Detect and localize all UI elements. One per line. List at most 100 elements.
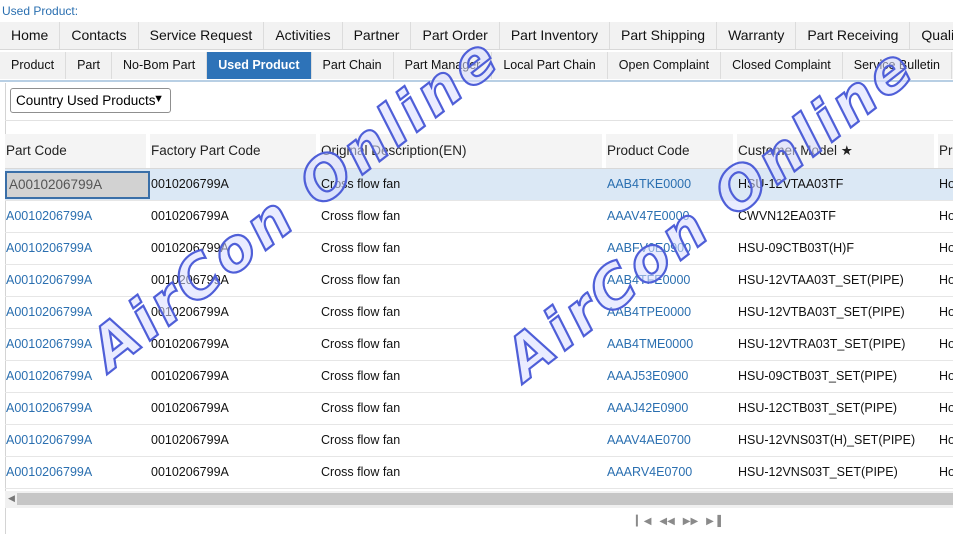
nav-primary-item[interactable]: Part Receiving: [796, 22, 911, 49]
table-body: A0010206799A 0010206799A Cross flow fan AAB…: [5, 169, 953, 489]
table-cell: HSU-12VTAA03TF: [738, 177, 844, 191]
part-code-link[interactable]: A0010206799A: [5, 393, 150, 424]
column-header[interactable]: Factory Part Code: [150, 134, 320, 168]
table-cell: 0010206799A: [151, 433, 229, 447]
part-code-link[interactable]: A0010206799A: [5, 457, 150, 488]
nav-primary-item[interactable]: Warranty: [717, 22, 797, 49]
horizontal-scrollbar[interactable]: ◀: [5, 491, 953, 508]
nav-secondary-item[interactable]: No-Bom Part: [112, 52, 208, 79]
nav-secondary-item[interactable]: Part: [66, 52, 113, 79]
product-code-link[interactable]: AABFV0E0900: [606, 233, 737, 264]
table-cell: HSU-09CTB03T_SET(PIPE): [738, 369, 898, 383]
table-cell: Ho: [939, 433, 953, 447]
column-header[interactable]: Part Code: [5, 134, 150, 168]
product-code-link[interactable]: AAB4TFE0000: [606, 265, 737, 296]
chevron-down-icon: ▼: [153, 93, 164, 105]
part-code-link[interactable]: A0010206799A: [5, 297, 150, 328]
table-cell: HSU-12VNS03T_SET(PIPE): [738, 465, 898, 479]
part-code-link[interactable]: A0010206799A: [5, 361, 150, 392]
country-filter-select[interactable]: Country Used Products ▼: [10, 88, 171, 113]
table-cell: Cross flow fan: [321, 305, 401, 319]
table-cell: Ho: [939, 337, 953, 351]
table-cell: HSU-12VTRA03T_SET(PIPE): [738, 337, 906, 351]
product-code-link[interactable]: AAAV4AE0700: [606, 425, 737, 456]
table-cell: Ho: [939, 465, 953, 479]
nav-secondary-item[interactable]: Closed Complaint: [721, 52, 843, 79]
product-code-link[interactable]: AAAJ53E0900: [606, 361, 737, 392]
table-row[interactable]: A0010206799A 0010206799A Cross flow fan AAB…: [5, 297, 953, 329]
table-row[interactable]: A0010206799A 0010206799A Cross flow fan AAB…: [5, 329, 953, 361]
nav-primary-item[interactable]: Part Order: [411, 22, 500, 49]
part-code-link[interactable]: A0010206799A: [5, 169, 150, 200]
nav-primary-item[interactable]: Quality: [910, 22, 953, 49]
nav-primary-item[interactable]: Partner: [343, 22, 412, 49]
divider: [5, 120, 953, 121]
table-cell: Cross flow fan: [321, 369, 401, 383]
column-header[interactable]: Pr: [938, 134, 953, 168]
table-cell: Ho: [939, 177, 953, 191]
table-cell: Cross flow fan: [321, 433, 401, 447]
primary-nav: Home Contacts Service Request Activities Par…: [0, 22, 953, 50]
nav-primary-item[interactable]: Service Request: [139, 22, 265, 49]
table-row[interactable]: A0010206799A 0010206799A Cross flow fan AAA…: [5, 393, 953, 425]
nav-secondary-item[interactable]: Used Product: [207, 52, 312, 79]
last-page-icon[interactable]: ▶▐: [706, 516, 721, 527]
table-cell: 0010206799A: [151, 369, 229, 383]
nav-secondary-item[interactable]: Part Chain: [312, 52, 394, 79]
product-code-link[interactable]: AAAV47E0000: [606, 201, 737, 232]
column-header[interactable]: Original Description(EN): [320, 134, 606, 168]
table-row[interactable]: A0010206799A 0010206799A Cross flow fan AAA…: [5, 425, 953, 457]
table-cell: 0010206799A: [151, 337, 229, 351]
prev-page-icon[interactable]: ◀◀: [659, 516, 674, 527]
table-cell: HSU-12CTB03T_SET(PIPE): [738, 401, 898, 415]
table-cell: Cross flow fan: [321, 177, 401, 191]
nav-primary-item[interactable]: Part Inventory: [500, 22, 610, 49]
table-cell: Ho: [939, 209, 953, 223]
part-code-link[interactable]: A0010206799A: [5, 201, 150, 232]
selected-cell-editor[interactable]: A0010206799A: [5, 171, 150, 199]
table-row[interactable]: A0010206799A 0010206799A Cross flow fan AAB…: [5, 265, 953, 297]
part-code-link[interactable]: A0010206799A: [5, 329, 150, 360]
product-code-link[interactable]: AAAJ42E0900: [606, 393, 737, 424]
table-cell: Cross flow fan: [321, 337, 401, 351]
table-cell: HSU-12VTBA03T_SET(PIPE): [738, 305, 905, 319]
table-cell: CWVN12EA03TF: [738, 209, 836, 223]
column-header[interactable]: Product Code: [606, 134, 737, 168]
table-cell: Cross flow fan: [321, 209, 401, 223]
product-code-link[interactable]: AAB4TPE0000: [606, 297, 737, 328]
filter-selected-value: Country Used Products: [16, 93, 156, 108]
nav-primary-item[interactable]: Home: [0, 22, 61, 49]
table-row[interactable]: A0010206799A 0010206799A Cross flow fan AAA…: [5, 361, 953, 393]
nav-secondary-item[interactable]: Part Manager: [394, 52, 493, 79]
product-code-link[interactable]: AAARV4E0700: [606, 457, 737, 488]
first-page-icon[interactable]: ▎◀: [636, 516, 651, 527]
table-cell: 0010206799A: [151, 177, 229, 191]
nav-primary-item[interactable]: Contacts: [60, 22, 139, 49]
table-row[interactable]: A0010206799A 0010206799A Cross flow fan AAB…: [5, 169, 953, 201]
column-header[interactable]: Customer Model ★: [737, 134, 938, 168]
scroll-left-icon[interactable]: ◀: [8, 493, 15, 504]
table-row[interactable]: A0010206799A 0010206799A Cross flow fan AAA…: [5, 457, 953, 489]
nav-primary-item[interactable]: Part Shipping: [610, 22, 718, 49]
part-code-link[interactable]: A0010206799A: [5, 265, 150, 296]
nav-secondary-item[interactable]: Local Part Chain: [492, 52, 608, 79]
table-cell: Ho: [939, 401, 953, 415]
nav-secondary-item[interactable]: Product: [0, 52, 67, 79]
product-code-link[interactable]: AAB4TKE0000: [606, 169, 737, 200]
table-row[interactable]: A0010206799A 0010206799A Cross flow fan AAA…: [5, 201, 953, 233]
scrollbar-thumb[interactable]: [17, 493, 953, 505]
nav-secondary-item[interactable]: Open Complaint: [608, 52, 722, 79]
table-cell: Ho: [939, 241, 953, 255]
nav-secondary-item[interactable]: Service Bulletin: [843, 52, 952, 79]
breadcrumb: Used Product:: [2, 4, 79, 18]
table-cell: Cross flow fan: [321, 273, 401, 287]
table-cell: 0010206799A: [151, 401, 229, 415]
table-row[interactable]: A0010206799A 0010206799A Cross flow fan AAB…: [5, 233, 953, 265]
table-cell: Cross flow fan: [321, 465, 401, 479]
nav-primary-item[interactable]: Activities: [264, 22, 343, 49]
product-code-link[interactable]: AAB4TME0000: [606, 329, 737, 360]
used-product-table: Part Code Factory Part Code Original Descr…: [5, 134, 953, 490]
part-code-link[interactable]: A0010206799A: [5, 233, 150, 264]
next-page-icon[interactable]: ▶▶: [683, 516, 698, 527]
part-code-link[interactable]: A0010206799A: [5, 425, 150, 456]
